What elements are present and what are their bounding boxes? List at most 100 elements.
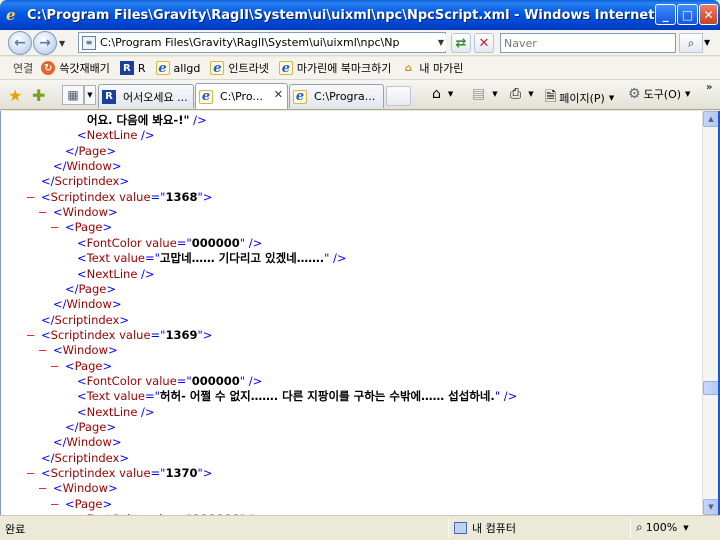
collapse-toggle-icon[interactable]: –	[51, 220, 58, 234]
xml-token: >	[111, 435, 122, 450]
vertical-scrollbar[interactable]: ▲ ▼	[702, 111, 719, 515]
tab-label: C:\Pro...	[220, 90, 263, 103]
xml-token: Scriptindex	[54, 450, 120, 465]
xml-token: />	[137, 404, 155, 419]
xml-line: <NextLine />	[77, 128, 155, 143]
tools-menu-button[interactable]: ⚙ 도구(O) ▼	[628, 86, 690, 102]
xml-token: <	[77, 404, 87, 419]
page-menu-button[interactable]: 🗎 페이지(P) ▼	[545, 86, 614, 110]
xml-token: Page	[74, 220, 103, 235]
search-input[interactable]	[501, 34, 671, 52]
page-icon: ≡	[82, 35, 96, 50]
collapse-toggle-icon[interactable]: –	[27, 328, 34, 342]
maximize-button[interactable]: □	[677, 4, 698, 25]
xml-token: <	[77, 373, 87, 388]
xml-token: <	[77, 389, 87, 404]
xml-token: >	[119, 174, 129, 189]
tab-2[interactable]: e C:\Progra...	[289, 84, 384, 108]
xml-token: </	[65, 420, 79, 434]
history-dropdown-icon[interactable]: ▼	[59, 39, 65, 48]
xml-document-view[interactable]: 어요. 다음에 봐요-!" /> <NextLine /> </Page> </Win…	[0, 111, 702, 515]
zoom-control[interactable]: ⌕ 100% ▼	[636, 520, 689, 535]
scroll-thumb[interactable]	[703, 381, 719, 395]
more-commands-icon[interactable]: »	[706, 82, 712, 93]
minimize-button[interactable]: _	[655, 4, 676, 25]
page-icon: 🗎	[545, 89, 557, 105]
xml-line: <Page>	[65, 220, 112, 235]
collapse-toggle-icon[interactable]: –	[39, 481, 46, 495]
xml-token: ="	[150, 466, 166, 481]
xml-token: >	[107, 343, 118, 358]
new-tab-button[interactable]	[386, 86, 411, 106]
xml-token: 어요. 다음에 봐요-!"	[87, 113, 190, 127]
tab-close-icon[interactable]: ✕	[274, 88, 283, 101]
security-zone[interactable]: 내 컴퓨터	[454, 520, 516, 536]
close-button[interactable]: ✕	[699, 4, 718, 25]
xml-line: <Scriptindex value="1369">	[41, 328, 212, 343]
title-bar[interactable]: e C:\Program Files\Gravity\RagII\System\…	[0, 0, 720, 30]
link-item[interactable]: R R	[119, 61, 146, 75]
print-button[interactable]: ⎙ ▼	[510, 86, 534, 102]
favorites-star-icon[interactable]: ★	[8, 86, 22, 105]
home-button[interactable]: ⌂ ▼	[432, 86, 453, 102]
quick-tabs-icon[interactable]: ▦	[62, 85, 84, 105]
xml-line: </Scriptindex>	[41, 174, 129, 189]
search-button[interactable]: ⌕	[679, 33, 703, 53]
xml-token: Page	[78, 420, 107, 434]
collapse-toggle-icon[interactable]: –	[27, 466, 34, 480]
collapse-toggle-icon[interactable]: –	[51, 497, 58, 511]
xml-token: <	[65, 496, 75, 511]
r-icon: R	[102, 89, 116, 104]
link-label: 내 마가린	[419, 62, 464, 75]
feeds-button[interactable]: ▤ ▼	[472, 86, 498, 102]
collapse-toggle-icon[interactable]: –	[39, 205, 46, 219]
xml-token: >	[102, 358, 113, 373]
link-label: allgd	[173, 61, 201, 75]
link-item[interactable]: e allgd	[155, 61, 201, 76]
add-favorites-icon[interactable]: ✚	[32, 86, 45, 105]
address-field[interactable]: ≡	[78, 32, 446, 53]
back-button[interactable]: ←	[8, 31, 32, 55]
xml-token: >	[102, 496, 113, 511]
collapse-toggle-icon[interactable]: –	[51, 359, 58, 373]
link-item[interactable]: e 마가린에 북마크하기	[278, 60, 391, 76]
tab-1[interactable]: e C:\Pro... ✕	[195, 83, 288, 109]
chevron-down-icon: ▼	[528, 90, 534, 98]
tab-list-dropdown-icon[interactable]: ▼	[84, 85, 96, 105]
xml-token: 000000	[191, 235, 240, 250]
link-item[interactable]: ↻ 쓱갓재배기	[41, 60, 110, 76]
xml-token: <	[77, 128, 87, 143]
url-input[interactable]	[100, 33, 430, 52]
search-options-dropdown-icon[interactable]: ▼	[704, 38, 710, 47]
xml-token: 000000	[191, 373, 240, 388]
stop-button[interactable]: ✕	[474, 33, 494, 53]
scroll-up-button[interactable]: ▲	[703, 111, 719, 127]
xml-token: Window	[62, 481, 108, 496]
xml-token: >	[106, 281, 116, 296]
scroll-down-button[interactable]: ▼	[703, 499, 719, 515]
xml-token: </	[41, 174, 55, 189]
url-dropdown-icon[interactable]: ▼	[436, 34, 446, 51]
xml-token: value	[141, 235, 177, 250]
link-item[interactable]: ⌂ 내 마가린	[401, 60, 464, 76]
collapse-toggle-icon[interactable]: –	[27, 190, 34, 204]
forward-button[interactable]: →	[33, 31, 57, 55]
collapse-toggle-icon[interactable]: –	[39, 343, 46, 357]
tab-0[interactable]: R 어서오세요 ...	[98, 84, 194, 108]
status-divider	[630, 519, 631, 537]
xml-token: ="	[144, 251, 160, 266]
link-item[interactable]: e 인트라넷	[210, 60, 269, 76]
search-field[interactable]	[500, 33, 676, 53]
xml-token: Scriptindex	[50, 327, 116, 342]
xml-token: <	[77, 235, 87, 250]
home-icon: ⌂	[432, 86, 441, 102]
xml-line: <NextLine />	[77, 405, 155, 420]
address-bar: ← → ▼ ≡ ▼ ⇄ ✕ ⌕ ▼	[0, 30, 720, 56]
xml-token: Page	[74, 358, 103, 373]
xml-line: </Page>	[65, 420, 116, 435]
xml-line: <Page>	[65, 359, 112, 374]
refresh-button[interactable]: ⇄	[451, 33, 471, 53]
zone-label: 내 컴퓨터	[472, 522, 516, 535]
xml-token: 1370	[165, 466, 198, 481]
xml-token: ="	[150, 189, 166, 204]
